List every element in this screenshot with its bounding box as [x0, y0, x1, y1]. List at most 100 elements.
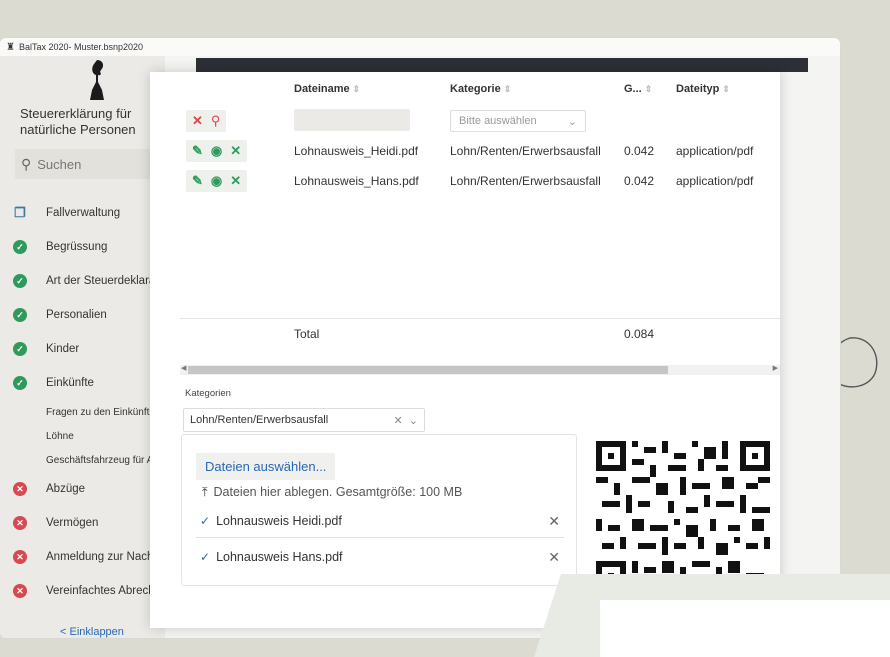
nav-item-kinder[interactable]: ✓ Kinder — [0, 332, 165, 366]
nav-list: ❐ Fallverwaltung ✓ Begrüssung ✓ Art der … — [0, 196, 165, 608]
nav-item-art-der-steuerdeklaration[interactable]: ✓ Art der Steuerdeklara — [0, 264, 165, 298]
cell-type: application/pdf — [676, 144, 754, 158]
kategorien-value: Lohn/Renten/Erwerbsausfall — [190, 414, 329, 426]
horizontal-scrollbar[interactable]: ◀ ▶ — [180, 365, 780, 375]
nav-label: Einkünfte — [46, 377, 94, 389]
nav-item-vermoegen[interactable]: ✕ Vermögen — [0, 506, 165, 540]
edit-icon[interactable]: ✎ — [192, 173, 203, 189]
scroll-right-icon[interactable]: ▶ — [773, 364, 778, 372]
nav-subitem-geschaeftsfahrzeug[interactable]: Geschäftsfahrzeug für A — [0, 448, 165, 472]
nav-sublabel: Geschäftsfahrzeug für A — [46, 454, 154, 466]
col-header-name[interactable]: Dateiname ⇕ — [288, 72, 444, 106]
app-title: Steuererklärung für natürliche Personen — [20, 106, 150, 138]
row-actions: ✎ ◉ ✕ — [186, 140, 248, 162]
app-title-line1: Steuererklärung für — [20, 106, 132, 121]
eye-icon[interactable]: ◉ — [211, 143, 222, 159]
header-bar — [196, 58, 808, 72]
drop-hint: ⤒ Dateien hier ablegen. Gesamtgröße: 100 … — [202, 485, 462, 500]
uploaded-file-name: Lohnausweis Heidi.pdf — [216, 514, 342, 528]
error-circle-icon: ✕ — [13, 550, 27, 564]
nav-label: Personalien — [46, 309, 107, 321]
col-header-size[interactable]: G... ⇕ — [618, 72, 670, 106]
nav-sublabel: Löhne — [46, 430, 74, 442]
nav-item-vereinfachtes-abrechnung[interactable]: ✕ Vereinfachtes Abrech — [0, 574, 165, 608]
delete-icon[interactable]: ✕ — [230, 173, 241, 189]
scrollbar-thumb[interactable] — [188, 366, 668, 374]
nav-sublabel: Fragen zu den Einkünft — [46, 406, 150, 418]
table-row: ✎ ◉ ✕ Lohnausweis_Heidi.pdf Lohn/Renten/Er… — [180, 136, 780, 166]
row-actions: ✎ ◉ ✕ — [186, 170, 248, 192]
app-title-line2: natürliche Personen — [20, 122, 136, 137]
nav-subitem-loehne[interactable]: Löhne — [0, 424, 165, 448]
basel-staff-logo — [90, 60, 104, 100]
select-files-button[interactable]: Dateien auswählen... — [196, 453, 336, 480]
search-icon[interactable]: ⚲ — [211, 113, 221, 129]
nav-item-einkuenfte[interactable]: ✓ Einkünfte — [0, 366, 165, 400]
uploaded-file-name: Lohnausweis Hans.pdf — [216, 550, 343, 564]
nav-label: Kinder — [46, 343, 80, 355]
cell-name: Lohnausweis_Heidi.pdf — [294, 144, 419, 158]
scroll-left-icon[interactable]: ◀ — [181, 364, 186, 372]
error-circle-icon: ✕ — [13, 584, 27, 598]
nav-item-anmeldung[interactable]: ✕ Anmeldung zur Nach — [0, 540, 165, 574]
nav-label: Abzüge — [46, 483, 86, 495]
window-title: BalTax 2020- Muster.bsnp2020 — [18, 42, 144, 52]
nav-item-abzuege[interactable]: ✕ Abzüge — [0, 472, 165, 506]
search-input[interactable]: ⚲ Suchen — [15, 149, 165, 179]
sort-icon: ⇕ — [644, 84, 653, 94]
check-circle-icon: ✓ — [13, 240, 27, 254]
name-filter-input[interactable] — [294, 108, 410, 131]
edit-icon[interactable]: ✎ — [192, 143, 203, 159]
nav-label: Vermögen — [46, 517, 99, 529]
cell-type: application/pdf — [676, 174, 754, 188]
upload-icon: ⤒ — [202, 485, 208, 499]
cell-size: 0.042 — [624, 144, 655, 158]
nav-label: Anmeldung zur Nach — [46, 551, 154, 563]
actions-header — [180, 72, 288, 106]
eye-icon[interactable]: ◉ — [211, 173, 222, 189]
table-row: ✎ ◉ ✕ Lohnausweis_Hans.pdf Lohn/Renten/Erw… — [180, 166, 780, 196]
sort-icon: ⇕ — [503, 84, 512, 94]
error-circle-icon: ✕ — [13, 482, 27, 496]
remove-file-icon[interactable]: ✕ — [548, 549, 560, 566]
collapse-link[interactable]: < Einklappen — [60, 626, 124, 638]
filter-row: ✕ ⚲ Bitte auswählen ⌄ — [180, 106, 780, 136]
uploaded-file-item: ✓ Lohnausweis Hans.pdf ✕ — [200, 543, 560, 571]
nav-item-personalien[interactable]: ✓ Personalien — [0, 298, 165, 332]
search-placeholder: Suchen — [37, 156, 82, 172]
cell-category: Lohn/Renten/Erwerbsausfall — [450, 144, 601, 158]
nav-subitem-fragen[interactable]: Fragen zu den Einkünft — [0, 400, 165, 424]
title-bar: ♜ BalTax 2020- Muster.bsnp2020 — [0, 38, 840, 56]
check-circle-icon: ✓ — [13, 274, 27, 288]
check-circle-icon: ✓ — [13, 376, 27, 390]
delete-icon[interactable]: ✕ — [230, 143, 241, 159]
clear-icon[interactable]: ✕ — [393, 415, 402, 427]
total-row: Total 0.084 — [180, 317, 780, 349]
clear-filter-icon[interactable]: ✕ — [192, 113, 203, 129]
nav-item-begruessung[interactable]: ✓ Begrüssung — [0, 230, 165, 264]
cell-name: Lohnausweis_Hans.pdf — [294, 174, 419, 188]
check-icon: ✓ — [200, 514, 211, 528]
nav-item-fallverwaltung[interactable]: ❐ Fallverwaltung — [0, 196, 165, 230]
folder-icon: ❐ — [14, 205, 26, 220]
empty-space — [180, 196, 780, 318]
col-header-type[interactable]: Dateityp ⇕ — [670, 72, 780, 106]
nav-label: Vereinfachtes Abrech — [46, 585, 155, 597]
uploaded-file-item: ✓ Lohnausweis Heidi.pdf ✕ — [200, 507, 560, 535]
documents-dialog: Dateiname ⇕ Kategorie ⇕ G... ⇕ Dateityp ⇕ ✕ ⚲… — [150, 72, 780, 628]
sort-icon: ⇕ — [352, 84, 361, 94]
category-filter-select[interactable]: Bitte auswählen ⌄ — [450, 110, 586, 132]
error-circle-icon: ✕ — [13, 516, 27, 530]
chevron-down-icon: ⌄ — [567, 115, 577, 128]
chevron-down-icon[interactable]: ⌄ — [409, 415, 418, 427]
qr-code — [596, 441, 770, 591]
remove-file-icon[interactable]: ✕ — [548, 513, 560, 530]
check-circle-icon: ✓ — [13, 308, 27, 322]
total-label: Total — [288, 317, 444, 349]
nav-label: Begrüssung — [46, 241, 108, 253]
kategorien-select[interactable]: Lohn/Renten/Erwerbsausfall ✕ ⌄ — [183, 408, 425, 432]
upload-area[interactable]: Dateien auswählen... ⤒ Dateien hier ableg… — [181, 434, 577, 586]
col-header-category[interactable]: Kategorie ⇕ — [444, 72, 618, 106]
sidebar: Steuererklärung für natürliche Personen … — [0, 56, 165, 638]
total-value: 0.084 — [618, 317, 670, 349]
